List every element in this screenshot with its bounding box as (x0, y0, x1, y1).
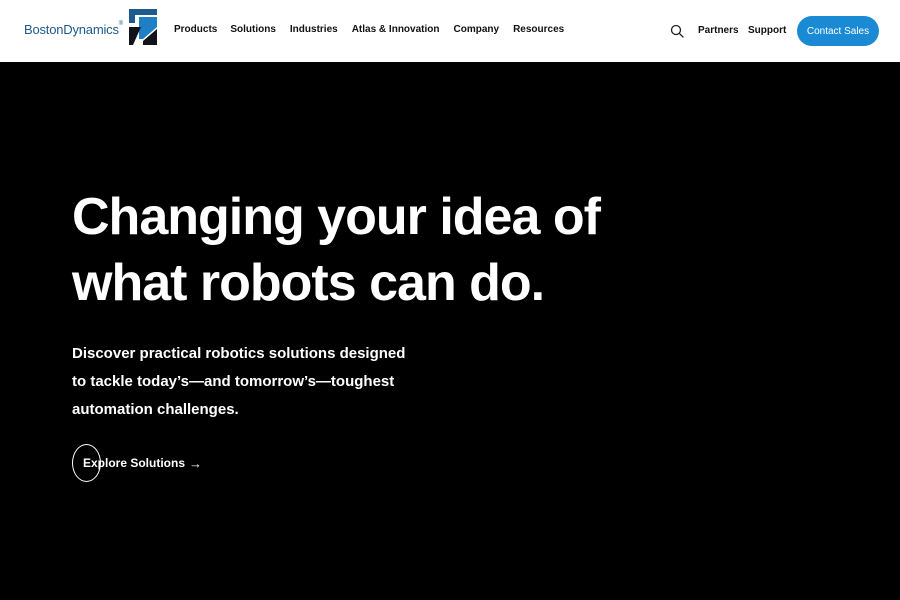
nav-item-resources[interactable]: Resources (513, 24, 564, 35)
nav-item-solutions[interactable]: Solutions (230, 24, 276, 35)
logo-wordmark: BostonDynamics® (24, 21, 123, 37)
nav-item-company[interactable]: Company (454, 24, 500, 35)
arrow-right-icon: → (189, 455, 203, 471)
hero-title: Changing your idea of what robots can do… (72, 188, 601, 312)
nav-item-industries[interactable]: Industries (290, 24, 338, 35)
search-icon[interactable] (670, 24, 684, 38)
partners-link[interactable]: Partners (698, 25, 739, 36)
main-nav: Products Solutions Industries Atlas & In… (174, 24, 564, 35)
logo-mark-icon (128, 9, 157, 45)
hero-subtitle: Discover practical robotics solutions de… (72, 345, 406, 418)
boston-dynamics-logo[interactable]: BostonDynamics® (24, 9, 157, 49)
nav-item-products[interactable]: Products (174, 24, 217, 35)
hero-section: Changing your idea of what robots can do… (0, 62, 900, 600)
contact-sales-button[interactable]: Contact Sales (797, 16, 879, 46)
support-link[interactable]: Support (748, 25, 786, 36)
explore-solutions-button[interactable]: Explore Solutions → (72, 444, 202, 482)
cta-label: Explore Solutions (83, 456, 186, 470)
nav-item-atlas-innovation[interactable]: Atlas & Innovation (352, 24, 440, 35)
site-header: BostonDynamics® Products Solutions Indus… (0, 0, 900, 62)
